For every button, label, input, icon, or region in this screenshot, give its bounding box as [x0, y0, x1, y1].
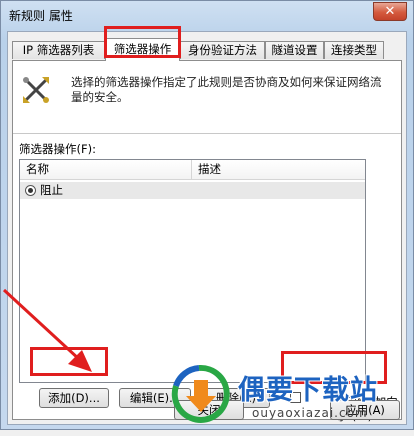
tab-label: 筛选器操作: [113, 42, 172, 56]
window-title: 新规则 属性: [9, 9, 73, 23]
red-arrow-icon: [2, 288, 92, 372]
title-bar[interactable]: 新规则 属性 ✕: [1, 1, 413, 29]
close-icon: ✕: [384, 4, 396, 19]
column-header-name[interactable]: 名称: [20, 160, 192, 180]
tab-label: 隧道设置: [271, 43, 318, 57]
watermark: 偶要下载站 ouyaoxiazai.com: [168, 362, 414, 430]
tab-ip-filter-list[interactable]: IP 筛选器列表: [12, 41, 105, 59]
tab-connection-type[interactable]: 连接类型: [324, 41, 384, 59]
separator: [13, 133, 401, 134]
action-description: 选择的筛选器操作指定了此规则是否协商及如何来保证网络流量的安全。: [71, 75, 382, 104]
watermark-name: 偶要下载站: [238, 375, 378, 406]
logo-icon: [171, 364, 230, 423]
tab-authentication-methods[interactable]: 身份验证方法: [180, 41, 265, 59]
tab-label: 连接类型: [331, 43, 377, 57]
tab-label: 身份验证方法: [188, 43, 257, 57]
crossed-tools-icon: [23, 77, 49, 103]
watermark-url: ouyaoxiazai.com: [252, 406, 368, 420]
tab-filter-action[interactable]: 筛选器操作: [105, 38, 180, 61]
tab-tunnel-settings[interactable]: 隧道设置: [265, 41, 324, 59]
tab-label: IP 筛选器列表: [22, 43, 95, 57]
close-window-button[interactable]: ✕: [373, 2, 407, 21]
list-item[interactable]: 阻止: [20, 182, 365, 199]
selected-radio-icon[interactable]: [25, 185, 36, 196]
column-header-description[interactable]: 描述: [192, 160, 365, 180]
add-button[interactable]: 添加(D)...: [39, 388, 109, 408]
list-item-name: 阻止: [40, 183, 63, 197]
filter-actions-label: 筛选器操作(F):: [19, 142, 96, 156]
